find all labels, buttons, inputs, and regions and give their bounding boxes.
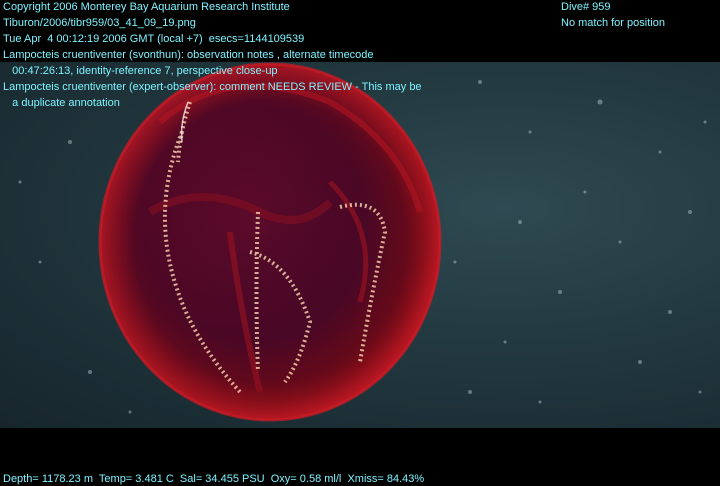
annotation-1-line-1: Lampocteis cruentiventer (svonthun): obs…: [3, 49, 374, 61]
deep-sea-scene: [0, 62, 720, 428]
video-frame: Copyright 2006 Monterey Bay Aquarium Res…: [0, 0, 720, 486]
annotation-2-line-2: a duplicate annotation: [3, 97, 120, 109]
dive-number: Dive# 959: [561, 1, 611, 13]
annotation-2-line-1: Lampocteis cruentiventer (expert-observe…: [3, 81, 422, 93]
position-status: No match for position: [561, 17, 665, 29]
file-path-text: Tiburon/2006/tibr959/03_41_09_19.png: [3, 17, 196, 29]
sensor-readout: Depth= 1178.23 m Temp= 3.481 C Sal= 34.4…: [3, 473, 425, 485]
annotation-1-line-2: 00:47:26:13, identity-reference 7, persp…: [3, 65, 278, 77]
ctenophore-image: [18, 62, 707, 422]
ctenophore-body: [98, 62, 442, 422]
timestamp-text: Tue Apr 4 00:12:19 2006 GMT (local +7) e…: [3, 33, 305, 45]
copyright-text: Copyright 2006 Monterey Bay Aquarium Res…: [3, 1, 290, 13]
